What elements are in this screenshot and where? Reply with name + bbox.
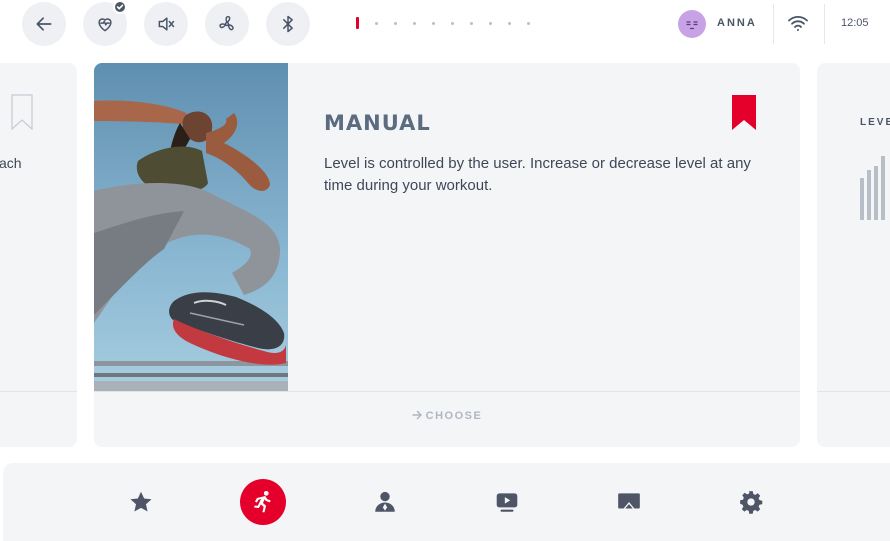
volume-button[interactable] — [144, 2, 188, 46]
back-button[interactable] — [22, 2, 66, 46]
program-photo — [94, 63, 288, 391]
program-description: Level is controlled by the user. Increas… — [324, 155, 751, 194]
page-indicator — [356, 16, 546, 30]
video-play-icon — [496, 493, 518, 512]
nav-video[interactable] — [484, 479, 530, 525]
fan-button[interactable] — [205, 2, 249, 46]
wifi-icon[interactable] — [787, 13, 809, 33]
program-card-label: LEVE — [860, 117, 890, 128]
program-card-next[interactable]: LEVE — [817, 63, 890, 447]
heart-rate-icon — [98, 18, 112, 32]
card-divider — [94, 391, 800, 392]
program-card-previous[interactable]: ach — [0, 63, 77, 447]
card-divider — [0, 391, 77, 392]
nav-profile[interactable] — [362, 479, 408, 525]
bookmark-filled-icon[interactable] — [732, 95, 756, 130]
sleepy-face-icon — [686, 21, 698, 30]
pager-dot[interactable] — [394, 21, 397, 25]
pager-dot[interactable] — [470, 21, 473, 25]
star-icon — [130, 491, 152, 512]
arrow-right-icon — [411, 410, 422, 420]
top-bar: ANNA 12:05 — [0, 0, 890, 48]
fan-icon — [219, 15, 234, 31]
speaker-mute-icon — [158, 17, 175, 31]
back-arrow-icon — [36, 17, 52, 31]
bluetooth-icon — [283, 15, 293, 33]
pager-dot[interactable] — [451, 21, 454, 25]
runner-photo — [94, 63, 288, 391]
gear-icon — [740, 491, 763, 514]
pager-dot[interactable] — [432, 21, 435, 25]
card-divider — [817, 391, 890, 392]
pager-dot[interactable] — [508, 21, 511, 25]
program-card-text: ach — [0, 155, 22, 171]
level-bars-icon — [860, 156, 885, 220]
nav-settings[interactable] — [728, 479, 774, 525]
heart-rate-button[interactable] — [83, 0, 127, 46]
pager-dot-active[interactable] — [356, 17, 359, 29]
pager-dot[interactable] — [375, 21, 378, 25]
program-title: MANUAL — [324, 111, 431, 135]
pager-dot[interactable] — [413, 21, 416, 25]
pager-dot[interactable] — [489, 21, 492, 25]
clock: 12:05 — [841, 17, 869, 29]
bottom-navigation — [3, 463, 890, 541]
bookmark-outline-icon[interactable] — [11, 94, 33, 130]
screen-mirror-icon — [618, 493, 640, 509]
user-avatar[interactable] — [678, 10, 706, 38]
user-profile-icon — [375, 491, 395, 512]
nav-screen-mirror[interactable] — [606, 479, 652, 525]
running-person-icon — [254, 490, 271, 513]
divider — [824, 4, 825, 44]
pager-dot[interactable] — [527, 21, 530, 25]
check-icon — [116, 4, 124, 10]
nav-workouts[interactable] — [240, 479, 286, 525]
choose-button[interactable]: CHOOSE — [94, 410, 800, 422]
nav-favorites[interactable] — [118, 479, 164, 525]
choose-label: CHOOSE — [425, 410, 483, 422]
connected-check-badge — [113, 0, 127, 14]
user-name[interactable]: ANNA — [717, 17, 757, 29]
bluetooth-button[interactable] — [266, 2, 310, 46]
program-card-manual[interactable]: MANUAL Level is controlled by the user. … — [94, 63, 800, 447]
divider — [773, 4, 774, 44]
